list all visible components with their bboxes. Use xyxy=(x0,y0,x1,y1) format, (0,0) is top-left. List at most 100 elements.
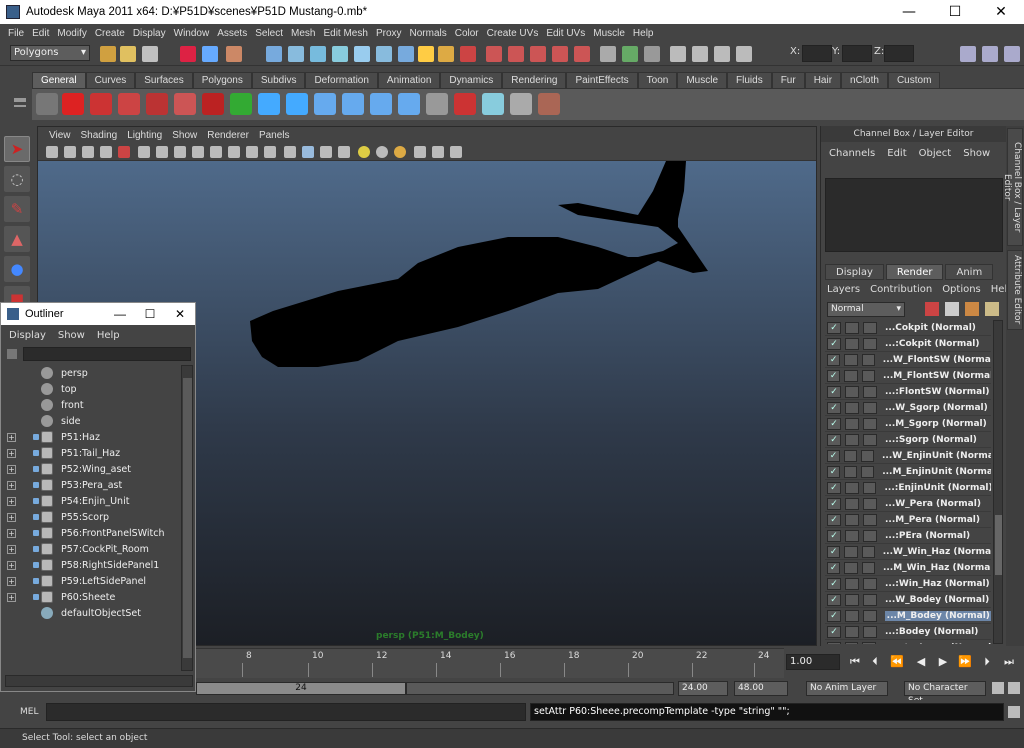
layer-row[interactable]: ✓ ...M_FlontSW (Normal) xyxy=(825,368,991,384)
visibility-toggle-icon[interactable]: ✓ xyxy=(827,433,841,446)
shelf-tab-fluids[interactable]: Fluids xyxy=(727,72,772,88)
input-output-icon[interactable] xyxy=(622,46,638,62)
layer-row[interactable]: ✓ ...M_Win_Haz (Normal) xyxy=(825,560,991,576)
wireframe-icon[interactable] xyxy=(284,146,296,158)
layer-settings-icon[interactable] xyxy=(862,609,877,622)
render-layer-icon[interactable] xyxy=(965,302,979,316)
visibility-toggle-icon[interactable]: ✓ xyxy=(827,369,841,382)
layer-settings-icon[interactable] xyxy=(863,529,877,542)
safe-action-icon[interactable] xyxy=(246,146,258,158)
channel-box-side-tab[interactable]: Channel Box / Layer Editor xyxy=(1002,128,1023,246)
outliner-filter-field[interactable] xyxy=(23,347,191,361)
renderable-toggle-icon[interactable] xyxy=(845,433,859,446)
use-all-lights-icon[interactable] xyxy=(376,146,388,158)
use-default-light-icon[interactable] xyxy=(358,146,370,158)
new-layer-icon[interactable] xyxy=(925,302,939,316)
menu-set-select[interactable]: Polygons xyxy=(10,45,90,61)
shelf-tab-custom[interactable]: Custom xyxy=(887,72,941,88)
animation-end-field[interactable]: 48.00 xyxy=(734,681,788,696)
range-end-field[interactable]: 24.00 xyxy=(678,681,728,696)
minimize-button[interactable]: — xyxy=(886,0,932,24)
range-track[interactable] xyxy=(406,682,674,695)
isolate-select-icon[interactable] xyxy=(414,146,426,158)
time-slider[interactable]: 8 10 12 14 16 18 20 22 24 xyxy=(196,648,784,678)
layer-settings-icon[interactable] xyxy=(861,353,875,366)
outliner-item[interactable]: + P60:Sheete xyxy=(5,589,181,605)
viewport-menu-show[interactable]: Show xyxy=(167,130,202,141)
select-component-icon[interactable] xyxy=(226,46,242,62)
layer-settings-icon[interactable] xyxy=(861,561,875,574)
visibility-toggle-icon[interactable]: ✓ xyxy=(827,497,841,510)
layer-row[interactable]: ✓ ...:Bodey (Normal) xyxy=(825,624,991,640)
outliner-item[interactable]: + P54:Enjin_Unit xyxy=(5,493,181,509)
select-hierarchy-icon[interactable] xyxy=(180,46,196,62)
visibility-toggle-icon[interactable]: ✓ xyxy=(827,465,841,478)
layer-row[interactable]: ✓ ...Cokpit (Normal) xyxy=(825,320,991,336)
step-back-key-icon[interactable]: ⏪ xyxy=(890,655,904,669)
make-live-icon[interactable] xyxy=(574,46,590,62)
layer-settings-icon[interactable] xyxy=(863,385,877,398)
auto-key-icon[interactable] xyxy=(992,682,1004,694)
select-by-dynamic-icon[interactable] xyxy=(398,46,414,62)
xray-joints-icon[interactable] xyxy=(450,146,462,158)
outliner-menu-display[interactable]: Display xyxy=(9,330,58,347)
outliner-menu-help[interactable]: Help xyxy=(97,330,132,347)
viewport-menu-renderer[interactable]: Renderer xyxy=(202,130,254,141)
xray-icon[interactable] xyxy=(432,146,444,158)
tab-display[interactable]: Display xyxy=(825,264,884,280)
safe-title-icon[interactable] xyxy=(264,146,276,158)
shelf-tab-fur[interactable]: Fur xyxy=(771,72,805,88)
renderable-toggle-icon[interactable] xyxy=(845,337,859,350)
layer-row[interactable]: ✓ ...W_EnjinUnit (Normal) xyxy=(825,448,991,464)
layer-row[interactable]: ✓ ...:PEra (Normal) xyxy=(825,528,991,544)
graph-editor-icon[interactable] xyxy=(510,93,532,115)
shelf-tab-subdivs[interactable]: Subdivs xyxy=(251,72,306,88)
filter-icon[interactable] xyxy=(7,349,17,359)
renderable-toggle-icon[interactable] xyxy=(844,353,858,366)
layer-row[interactable]: ✓ ...W_Sgorp (Normal) xyxy=(825,400,991,416)
layer-row[interactable]: ✓ ...:Win_Haz (Normal) xyxy=(825,576,991,592)
scale-tool-icon[interactable] xyxy=(230,93,252,115)
group-icon[interactable] xyxy=(342,93,364,115)
go-to-end-icon[interactable]: ⏭ xyxy=(1002,655,1016,669)
visibility-toggle-icon[interactable]: ✓ xyxy=(827,529,841,542)
paint-tool-icon[interactable] xyxy=(538,93,560,115)
layer-settings-icon[interactable] xyxy=(863,337,877,350)
renderable-toggle-icon[interactable] xyxy=(844,369,858,382)
channel-menu-channels[interactable]: Channels xyxy=(829,148,887,164)
select-tool-icon[interactable] xyxy=(90,93,112,115)
tab-anim[interactable]: Anim xyxy=(945,264,994,280)
paint-select-icon[interactable] xyxy=(146,93,168,115)
visibility-toggle-icon[interactable]: ✓ xyxy=(827,561,841,574)
new-scene-icon[interactable] xyxy=(100,46,116,62)
snap-view-plane-icon[interactable] xyxy=(552,46,568,62)
snap-grid-icon[interactable] xyxy=(486,46,502,62)
renderable-toggle-icon[interactable] xyxy=(845,401,859,414)
menu-modify[interactable]: Modify xyxy=(53,28,90,39)
outliner-item[interactable]: + P52:Wing_aset xyxy=(5,461,181,477)
select-by-joint-icon[interactable] xyxy=(310,46,326,62)
attribute-editor-toggle-icon[interactable] xyxy=(960,46,976,62)
renderable-toggle-icon[interactable] xyxy=(845,529,859,542)
mel-input[interactable] xyxy=(46,703,526,721)
visibility-toggle-icon[interactable]: ✓ xyxy=(827,545,841,558)
attribute-editor-side-tab[interactable]: Attribute Editor xyxy=(1007,250,1023,330)
film-gate-icon[interactable] xyxy=(174,146,186,158)
shelf-menu-grip[interactable] xyxy=(10,72,28,120)
textured-icon[interactable] xyxy=(338,146,350,158)
script-editor-icon[interactable] xyxy=(1008,706,1020,718)
visibility-toggle-icon[interactable]: ✓ xyxy=(827,385,841,398)
shadows-icon[interactable] xyxy=(394,146,406,158)
lasso-tool-icon[interactable] xyxy=(118,93,140,115)
layer-row[interactable]: ✓ ...:EnjinUnit (Normal) xyxy=(825,480,991,496)
renderable-toggle-icon[interactable] xyxy=(845,497,859,510)
outliner-minimize-button[interactable]: — xyxy=(105,307,135,321)
outliner-close-button[interactable]: ✕ xyxy=(165,307,195,321)
outliner-item[interactable]: persp xyxy=(5,365,181,381)
layer-row[interactable]: ✓ ...M_Pera (Normal) xyxy=(825,512,991,528)
menu-normals[interactable]: Normals xyxy=(406,28,451,39)
shelf-tab-dynamics[interactable]: Dynamics xyxy=(440,72,503,88)
layer-mode-select[interactable]: Normal xyxy=(827,302,905,317)
visibility-toggle-icon[interactable]: ✓ xyxy=(827,609,841,622)
menu-mesh[interactable]: Mesh xyxy=(287,28,319,39)
